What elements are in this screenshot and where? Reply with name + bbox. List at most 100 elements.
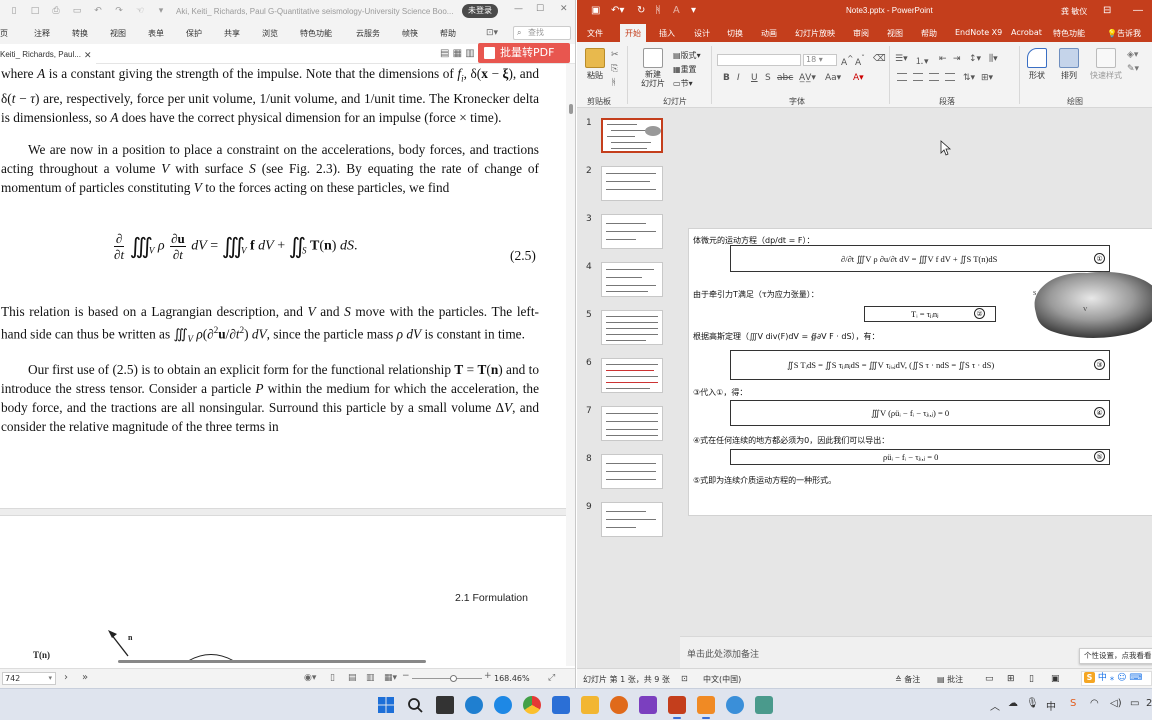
tab-endnote[interactable]: EndNote X9 (955, 28, 1002, 37)
page-number-input[interactable]: 742 ▾ (2, 672, 56, 685)
tab-file[interactable]: 文件 (587, 28, 603, 39)
menu-item-form[interactable]: 表单 (148, 28, 164, 39)
search-app-icon[interactable] (610, 696, 628, 714)
slide-equation-4[interactable]: ∭V (ρüᵢ − fᵢ − τⱼᵢ,ⱼ) = 0 ④ (730, 400, 1110, 426)
slide-editing-canvas[interactable]: 体微元的运动方程（dp/dt = F）： ∂/∂t ∭V ρ ∂u/∂t dV … (680, 108, 1152, 636)
volume-blob-image[interactable]: S V (1027, 265, 1152, 341)
slideshow-icon[interactable]: ▣ (1051, 674, 1060, 684)
undo-icon[interactable]: ↶▾ (611, 5, 624, 16)
pdf-save-icon[interactable]: ▭ (70, 5, 84, 17)
paste-button[interactable]: 粘贴 (583, 48, 607, 81)
new-slide-button[interactable]: 新建 幻灯片 (637, 48, 669, 88)
menu-item-help[interactable]: 帮助 (440, 28, 456, 39)
slide-text-3[interactable]: 根据高斯定理（∭V div(F)dV = ∯∂V F · dS），有： (693, 331, 880, 342)
next-page-icon[interactable]: › (64, 672, 68, 683)
menu-item-protect[interactable]: 保护 (186, 28, 202, 39)
tab-slideshow[interactable]: 幻灯片放映 (795, 28, 835, 39)
zoom-level[interactable]: 168.46% (494, 674, 530, 683)
powerpoint-taskbar-icon[interactable] (668, 696, 686, 719)
zoom-slider[interactable] (412, 675, 482, 682)
format-painter-icon[interactable]: ᚻ (655, 5, 661, 16)
microphone-icon[interactable]: 🎙 (1026, 698, 1039, 709)
clock-date[interactable]: 2 (1146, 698, 1152, 709)
onenote-icon[interactable] (639, 696, 657, 714)
numbering-button[interactable]: ⒈▾ (915, 54, 929, 67)
tab-animations[interactable]: 动画 (761, 28, 777, 39)
tab-insert[interactable]: 插入 (659, 28, 675, 39)
strikethrough-button[interactable]: abc (777, 73, 793, 83)
quick-styles-button[interactable]: 快速样式 (1089, 48, 1123, 81)
slide-text-5[interactable]: ④式在任何连续的地方都必须为0，因此我们可以导出： (693, 435, 889, 446)
pdf-open-icon[interactable]: ▯ (7, 5, 21, 17)
continuous-page-icon[interactable]: ▤ (348, 673, 357, 683)
book-view-icon[interactable]: ▦▾ (384, 673, 397, 683)
double-page-icon[interactable]: ▥ (366, 673, 375, 683)
tab-view[interactable]: 视图 (887, 28, 903, 39)
language-status[interactable]: 中文(中国) (703, 674, 741, 685)
browser-icon[interactable] (494, 696, 512, 714)
increase-font-icon[interactable]: A^ (841, 54, 853, 68)
chrome-icon[interactable] (523, 696, 541, 714)
screen-icon[interactable]: ⊡▾ (486, 28, 498, 38)
justify-button[interactable] (945, 73, 955, 81)
zoom-slider-knob[interactable] (450, 675, 457, 682)
font-size-select[interactable]: 18 ▾ (803, 54, 837, 66)
tray-expand-icon[interactable]: ︿ (990, 698, 1000, 713)
shape-outline-icon[interactable]: ✎▾ (1127, 64, 1139, 74)
slide-text-4[interactable]: ③代入①，得： (693, 387, 747, 398)
close-icon[interactable]: ✕ (560, 4, 568, 14)
battery-icon[interactable]: ▭ (1130, 698, 1139, 709)
cut-icon[interactable]: ✂ (611, 50, 619, 60)
menu-item-cloud[interactable]: 云服务 (356, 28, 380, 39)
search-icon[interactable] (406, 696, 424, 714)
text-direction-button[interactable]: ⇅▾ (963, 73, 975, 83)
slide-thumbnail-8[interactable] (601, 454, 663, 489)
layout-button[interactable]: ▤版式▾ (673, 50, 701, 61)
save-icon[interactable]: ▣ (591, 5, 600, 16)
pdf-vertical-scrollbar[interactable] (566, 64, 575, 666)
slide-thumbnail-1[interactable] (601, 118, 663, 153)
login-status-badge[interactable]: 未登录 (462, 4, 498, 18)
sogou-tray-icon[interactable]: S (1070, 698, 1076, 709)
customize-toolbar-icon[interactable]: ▾ (154, 5, 168, 17)
menu-item-browse[interactable]: 浏览 (262, 28, 278, 39)
shadow-button[interactable]: S (765, 73, 771, 83)
tell-me-input[interactable]: 💡告诉我 (1107, 28, 1141, 39)
edge-browser-icon[interactable] (465, 696, 483, 714)
italic-button[interactable]: I (737, 73, 740, 83)
clear-format-icon[interactable]: ⌫ (873, 54, 886, 64)
font-size-icon[interactable]: A (673, 5, 680, 16)
tab-layout-icons[interactable]: ▤ ▦ ▥ (440, 48, 475, 59)
tray-input-method[interactable]: 中 (1046, 698, 1056, 713)
menu-item-view[interactable]: 视图 (110, 28, 126, 39)
close-tab-icon[interactable]: ✕ (84, 46, 92, 64)
tab-features[interactable]: 特色功能 (1053, 28, 1085, 39)
zoom-in-icon[interactable]: + (484, 671, 492, 681)
slide-sorter-icon[interactable]: ⊞ (1007, 674, 1015, 684)
slide-thumbnail-9[interactable] (601, 502, 663, 537)
slide-thumbnail-7[interactable] (601, 406, 663, 441)
align-left-button[interactable] (897, 73, 907, 81)
maximize-icon[interactable]: ☐ (536, 4, 544, 14)
single-page-icon[interactable]: ▯ (330, 673, 335, 683)
slide-thumbnail-5[interactable] (601, 310, 663, 345)
wifi-icon[interactable]: ◠ (1090, 698, 1099, 709)
font-color-button[interactable]: A▾ (853, 73, 864, 83)
slide-equation-2[interactable]: Tᵢ = τⱼᵢnⱼ ② (864, 306, 996, 322)
increase-indent-button[interactable]: ⇥ (953, 54, 961, 64)
change-case-button[interactable]: Aa▾ (825, 73, 841, 83)
shapes-button[interactable]: 形状 (1025, 48, 1049, 81)
slide-thumbnail-pane[interactable]: 1 2 3 4 5 6 7 8 9 (577, 108, 680, 668)
slide-equation-3[interactable]: ∬S TᵢdS = ∬S τⱼᵢnⱼdS = ∭V τⱼᵢ,ⱼdV, (∬S τ… (730, 350, 1110, 380)
slide-thumbnail-4[interactable] (601, 262, 663, 297)
scrollbar-thumb[interactable] (569, 104, 573, 114)
volume-icon[interactable]: ◁) (1110, 698, 1122, 709)
task-view-icon[interactable] (436, 696, 454, 714)
shape-fill-icon[interactable]: ◈▾ (1127, 50, 1138, 60)
columns-button[interactable]: ⫼▾ (989, 54, 998, 64)
pdf-reader-taskbar-icon[interactable] (697, 696, 715, 719)
accessibility-icon[interactable]: ⊡ (681, 674, 688, 683)
slide-thumbnail-6[interactable] (601, 358, 663, 393)
tab-transitions[interactable]: 切换 (727, 28, 743, 39)
file-explorer-icon[interactable] (581, 696, 599, 714)
